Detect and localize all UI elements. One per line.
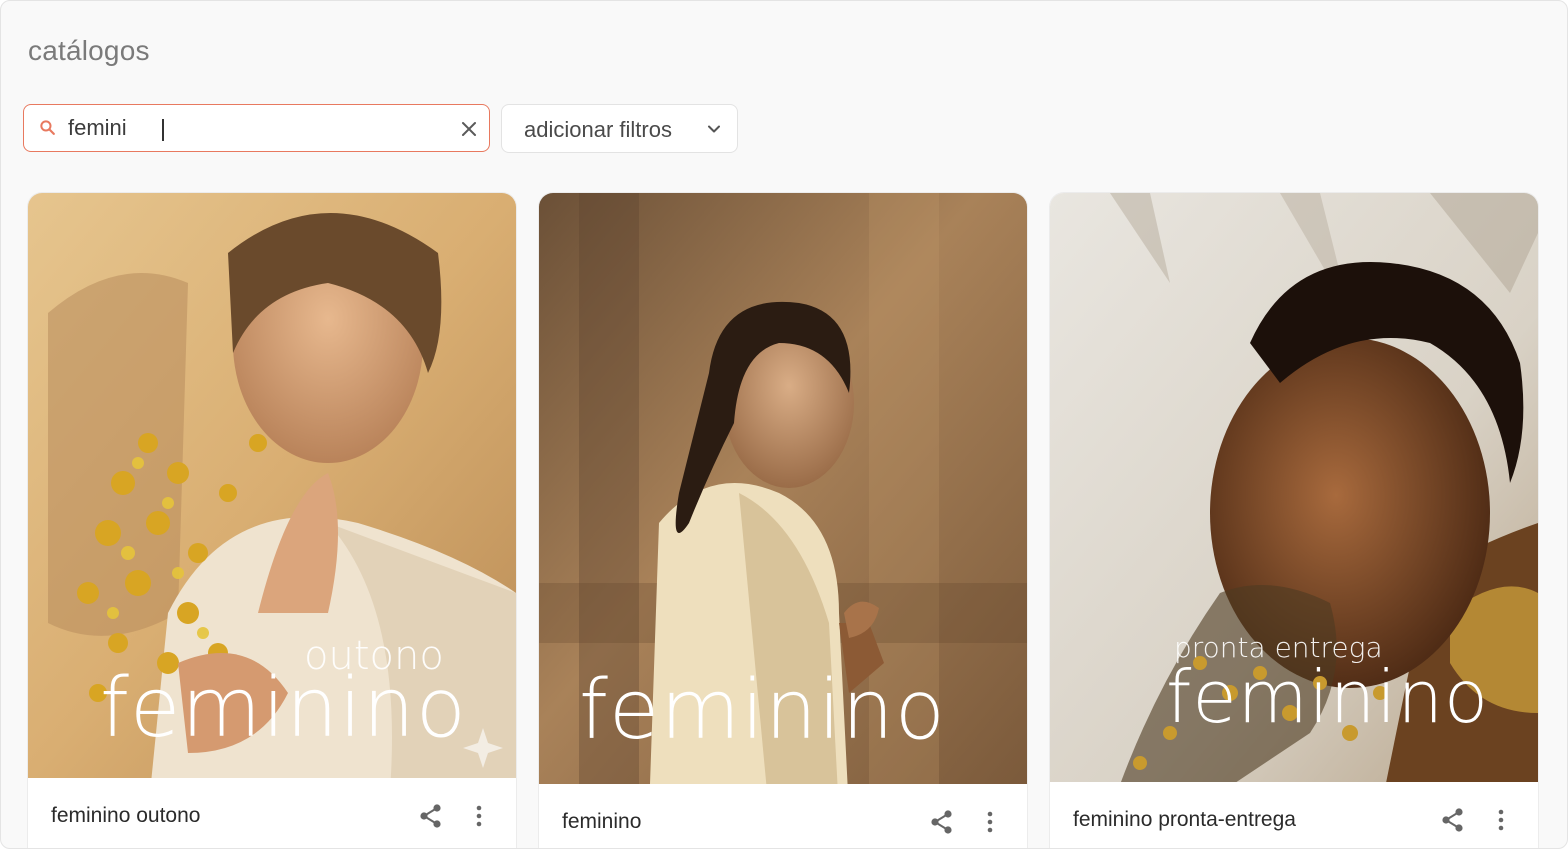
catalog-card-footer: feminino outono [28, 778, 516, 848]
add-filters-button[interactable]: adicionar filtros [501, 104, 738, 153]
catalog-cover-image[interactable]: pronta entrega feminino [1050, 193, 1538, 782]
share-icon[interactable] [1440, 807, 1466, 833]
catalog-name: feminino [562, 810, 642, 833]
close-icon [462, 122, 476, 136]
more-vertical-icon[interactable] [469, 803, 489, 829]
cover-title: feminino [100, 661, 467, 756]
catalog-name: feminino pronta-entrega [1073, 808, 1296, 831]
catalogs-page: catálogos adicionar filtros [0, 0, 1568, 849]
catalog-card[interactable]: pronta entrega feminino feminino pronta-… [1050, 193, 1538, 848]
catalog-name: feminino outono [51, 804, 201, 827]
more-vertical-icon[interactable] [1491, 807, 1511, 833]
search-icon [40, 120, 55, 135]
search-input[interactable] [68, 113, 448, 143]
add-filters-label: adicionar filtros [524, 117, 672, 142]
cover-title: feminino [579, 663, 946, 758]
chevron-down-icon [708, 125, 720, 133]
catalog-card-footer: feminino pronta-entrega [1050, 782, 1538, 848]
share-icon[interactable] [418, 803, 444, 829]
more-vertical-icon[interactable] [980, 809, 1000, 835]
search-box[interactable] [23, 104, 490, 152]
share-icon[interactable] [929, 809, 955, 835]
clear-search-button[interactable] [458, 118, 480, 140]
text-caret [162, 119, 164, 141]
catalog-cover-image[interactable]: outono feminino [28, 193, 516, 778]
catalog-card-footer: feminino [539, 784, 1027, 848]
page-title: catálogos [28, 35, 150, 66]
catalog-card[interactable]: feminino feminino [539, 193, 1027, 848]
cover-title: feminino [1166, 655, 1490, 739]
catalog-card[interactable]: outono feminino feminino outono [28, 193, 516, 848]
catalog-cover-image[interactable]: feminino [539, 193, 1027, 784]
